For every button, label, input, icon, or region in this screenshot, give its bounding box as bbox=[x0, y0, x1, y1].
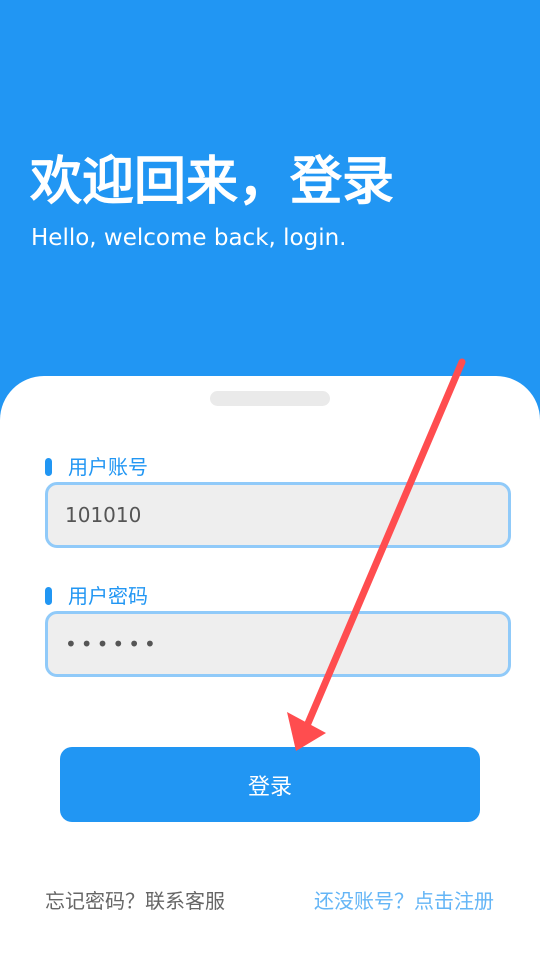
account-label-text: 用户账号 bbox=[68, 455, 148, 479]
label-accent-bar bbox=[45, 587, 52, 605]
password-input[interactable]: •••••• bbox=[45, 611, 511, 677]
register-link[interactable]: 还没账号？点击注册 bbox=[314, 885, 494, 914]
password-label-text: 用户密码 bbox=[68, 584, 148, 608]
account-input[interactable]: 101010 bbox=[45, 482, 511, 548]
forgot-password-link[interactable]: 忘记密码？联系客服 bbox=[45, 885, 225, 914]
label-accent-bar bbox=[45, 458, 52, 476]
login-button[interactable]: 登录 bbox=[60, 747, 480, 822]
password-label: 用户密码 bbox=[45, 584, 148, 608]
account-label: 用户账号 bbox=[45, 455, 148, 479]
page-title: 欢迎回来，登录 bbox=[30, 152, 395, 212]
page-subtitle: Hello, welcome back, login. bbox=[31, 225, 347, 251]
login-card: 用户账号 101010 用户密码 •••••• 登录 忘记密码？联系客服 还没账… bbox=[0, 376, 540, 960]
account-input-value: 101010 bbox=[65, 503, 142, 527]
drag-handle[interactable] bbox=[210, 391, 330, 406]
password-input-value: •••••• bbox=[65, 632, 160, 656]
header-banner: 欢迎回来，登录 Hello, welcome back, login. bbox=[0, 0, 540, 400]
